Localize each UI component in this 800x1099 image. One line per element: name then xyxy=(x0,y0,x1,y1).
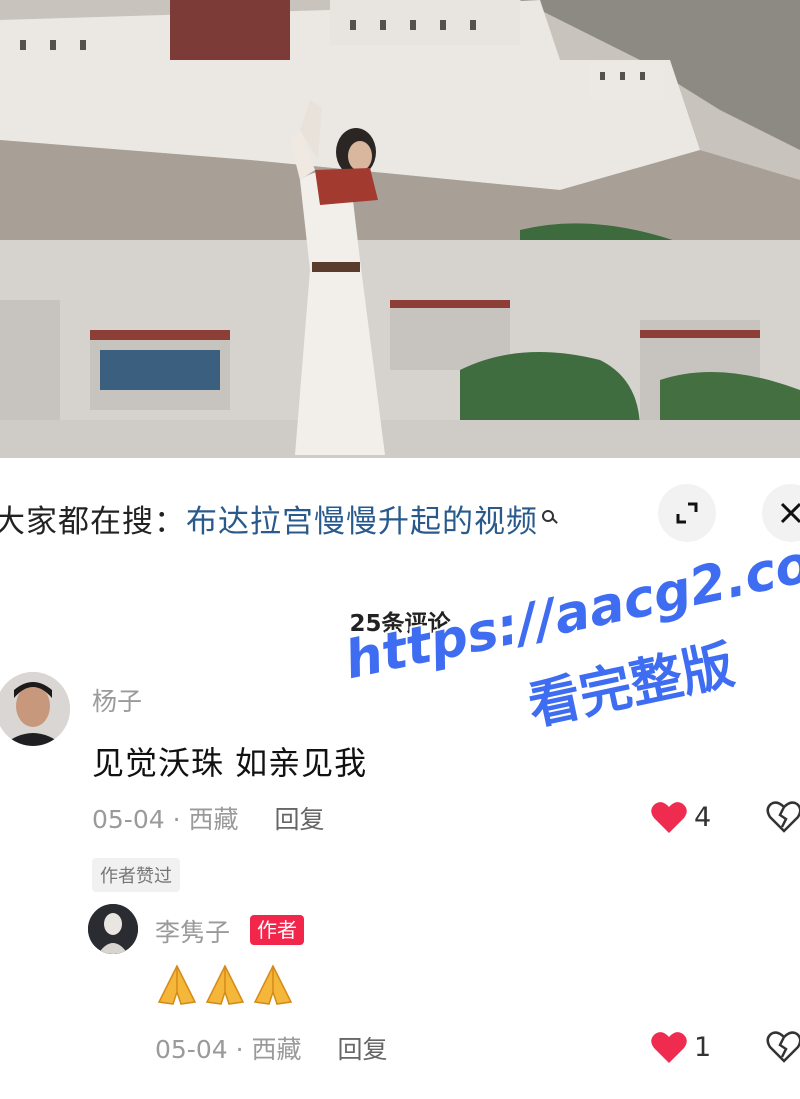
broken-heart-icon[interactable] xyxy=(766,800,800,834)
author-liked-tag: 作者赞过 xyxy=(92,858,180,892)
search-query-link[interactable]: 布达拉宫慢慢升起的视频 xyxy=(186,504,538,540)
comment-username[interactable]: 李隽子 xyxy=(155,913,230,949)
broken-heart-icon[interactable] xyxy=(766,1030,800,1064)
expand-icon xyxy=(676,502,698,524)
search-prefix: 大家都在搜： xyxy=(0,504,186,540)
folded-hands-icon xyxy=(253,964,293,1005)
potala-palace-photo xyxy=(0,0,800,458)
comment-emoji-text xyxy=(155,962,295,1008)
avatar[interactable] xyxy=(0,672,70,746)
user-avatar-image xyxy=(0,672,70,746)
comment-text: 见觉沃珠 如亲见我 xyxy=(92,744,368,782)
video-frame[interactable] xyxy=(0,0,800,458)
like-count: 1 xyxy=(694,1032,712,1063)
comment-date-location: 05-04 · 西藏 xyxy=(92,805,239,834)
reply-button[interactable]: 回复 xyxy=(275,805,325,834)
comment-meta: 05-04 · 西藏 回复 xyxy=(92,800,325,836)
author-avatar-image xyxy=(88,904,138,954)
comment-username[interactable]: 杨子 xyxy=(92,682,142,718)
author-badge: 作者 xyxy=(250,915,304,945)
heart-icon[interactable] xyxy=(650,1030,688,1064)
like-count: 4 xyxy=(694,802,712,833)
folded-hands-icon xyxy=(205,964,245,1005)
comment-date-location: 05-04 · 西藏 xyxy=(155,1035,302,1064)
search-suggestion[interactable]: 大家都在搜：布达拉宫慢慢升起的视频 xyxy=(0,496,554,541)
comment-meta: 05-04 · 西藏 回复 xyxy=(155,1030,388,1066)
heart-icon[interactable] xyxy=(650,800,688,834)
avatar[interactable] xyxy=(88,904,138,954)
close-icon xyxy=(780,502,800,524)
search-icon[interactable] xyxy=(542,510,554,522)
watermark-caption: 看完整版 xyxy=(523,635,740,738)
comments-count-title: 25条评论 xyxy=(349,611,451,637)
expand-button[interactable] xyxy=(658,484,716,542)
folded-hands-icon xyxy=(157,964,197,1005)
reply-button[interactable]: 回复 xyxy=(338,1035,388,1064)
